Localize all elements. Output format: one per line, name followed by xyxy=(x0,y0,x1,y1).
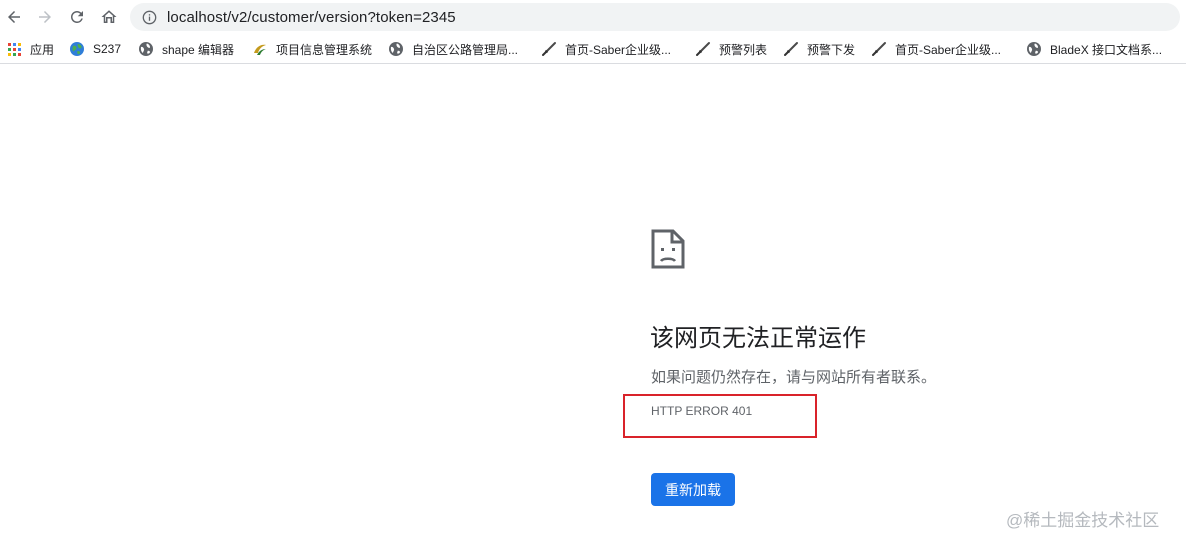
globe-icon xyxy=(1026,41,1042,57)
bookmark-bladex-docs[interactable]: BladeX 接口文档系... xyxy=(1026,39,1162,59)
sword-icon xyxy=(871,41,887,57)
bookmark-label: shape 编辑器 xyxy=(162,42,235,57)
globe-icon xyxy=(388,41,404,57)
bookmark-label: 预警下发 xyxy=(807,42,856,57)
globe-earth-icon xyxy=(69,41,85,57)
bookmark-alert-issue[interactable]: 预警下发 xyxy=(783,39,855,59)
annotation-highlight-box xyxy=(623,394,817,438)
bookmark-label: 应用 xyxy=(30,42,55,57)
bookmark-project-system[interactable]: 项目信息管理系统 xyxy=(252,39,372,59)
sword-icon xyxy=(695,41,711,57)
bookmarks-bar: 应用 S237 shape 编辑器 项目信息管理系统 自治区公路管理局... 首… xyxy=(0,34,1186,64)
address-bar[interactable]: localhost/v2/customer/version?token=2345 xyxy=(130,3,1180,31)
refresh-icon xyxy=(71,10,83,23)
back-button[interactable] xyxy=(2,5,26,29)
reload-page-button[interactable] xyxy=(65,5,89,29)
sad-page-icon xyxy=(650,228,686,270)
bookmark-label: 项目信息管理系统 xyxy=(276,42,373,57)
error-title: 该网页无法正常运作 xyxy=(650,325,866,352)
bookmark-saber-home-1[interactable]: 首页-Saber企业级... xyxy=(541,39,671,59)
bookmark-highway-bureau[interactable]: 自治区公路管理局... xyxy=(388,39,518,59)
browser-toolbar: localhost/v2/customer/version?token=2345 xyxy=(0,0,1186,34)
url-text: localhost/v2/customer/version?token=2345 xyxy=(167,8,456,26)
bookmark-shape-editor[interactable]: shape 编辑器 xyxy=(138,39,234,59)
sword-icon xyxy=(783,41,799,57)
bookmark-label: BladeX 接口文档系... xyxy=(1050,42,1163,57)
bookmark-label: 预警列表 xyxy=(719,42,768,57)
watermark: @稀土掘金技术社区 xyxy=(1006,511,1160,530)
arrow-left-icon xyxy=(8,11,20,23)
bookmark-label: 自治区公路管理局... xyxy=(412,42,519,57)
bookmark-label: 首页-Saber企业级... xyxy=(895,42,1002,57)
info-icon[interactable] xyxy=(141,9,157,25)
home-button[interactable] xyxy=(97,5,121,29)
forward-button[interactable] xyxy=(33,5,57,29)
sword-icon xyxy=(541,41,557,57)
bookmark-label: S237 xyxy=(93,42,122,56)
bookmark-s237[interactable]: S237 xyxy=(69,39,121,59)
apps-grid-icon xyxy=(6,41,22,57)
bookmark-label: 首页-Saber企业级... xyxy=(565,42,672,57)
arrow-right-icon xyxy=(39,11,51,23)
globe-icon xyxy=(138,41,154,57)
bookmark-saber-home-2[interactable]: 首页-Saber企业级... xyxy=(871,39,1001,59)
bookmark-alert-list[interactable]: 预警列表 xyxy=(695,39,767,59)
home-icon xyxy=(101,10,117,23)
bookmark-apps[interactable]: 应用 xyxy=(6,39,54,59)
reload-button[interactable]: 重新加载 xyxy=(651,473,735,506)
error-description: 如果问题仍然存在，请与网站所有者联系。 xyxy=(651,369,937,386)
project-logo-icon xyxy=(252,41,268,57)
